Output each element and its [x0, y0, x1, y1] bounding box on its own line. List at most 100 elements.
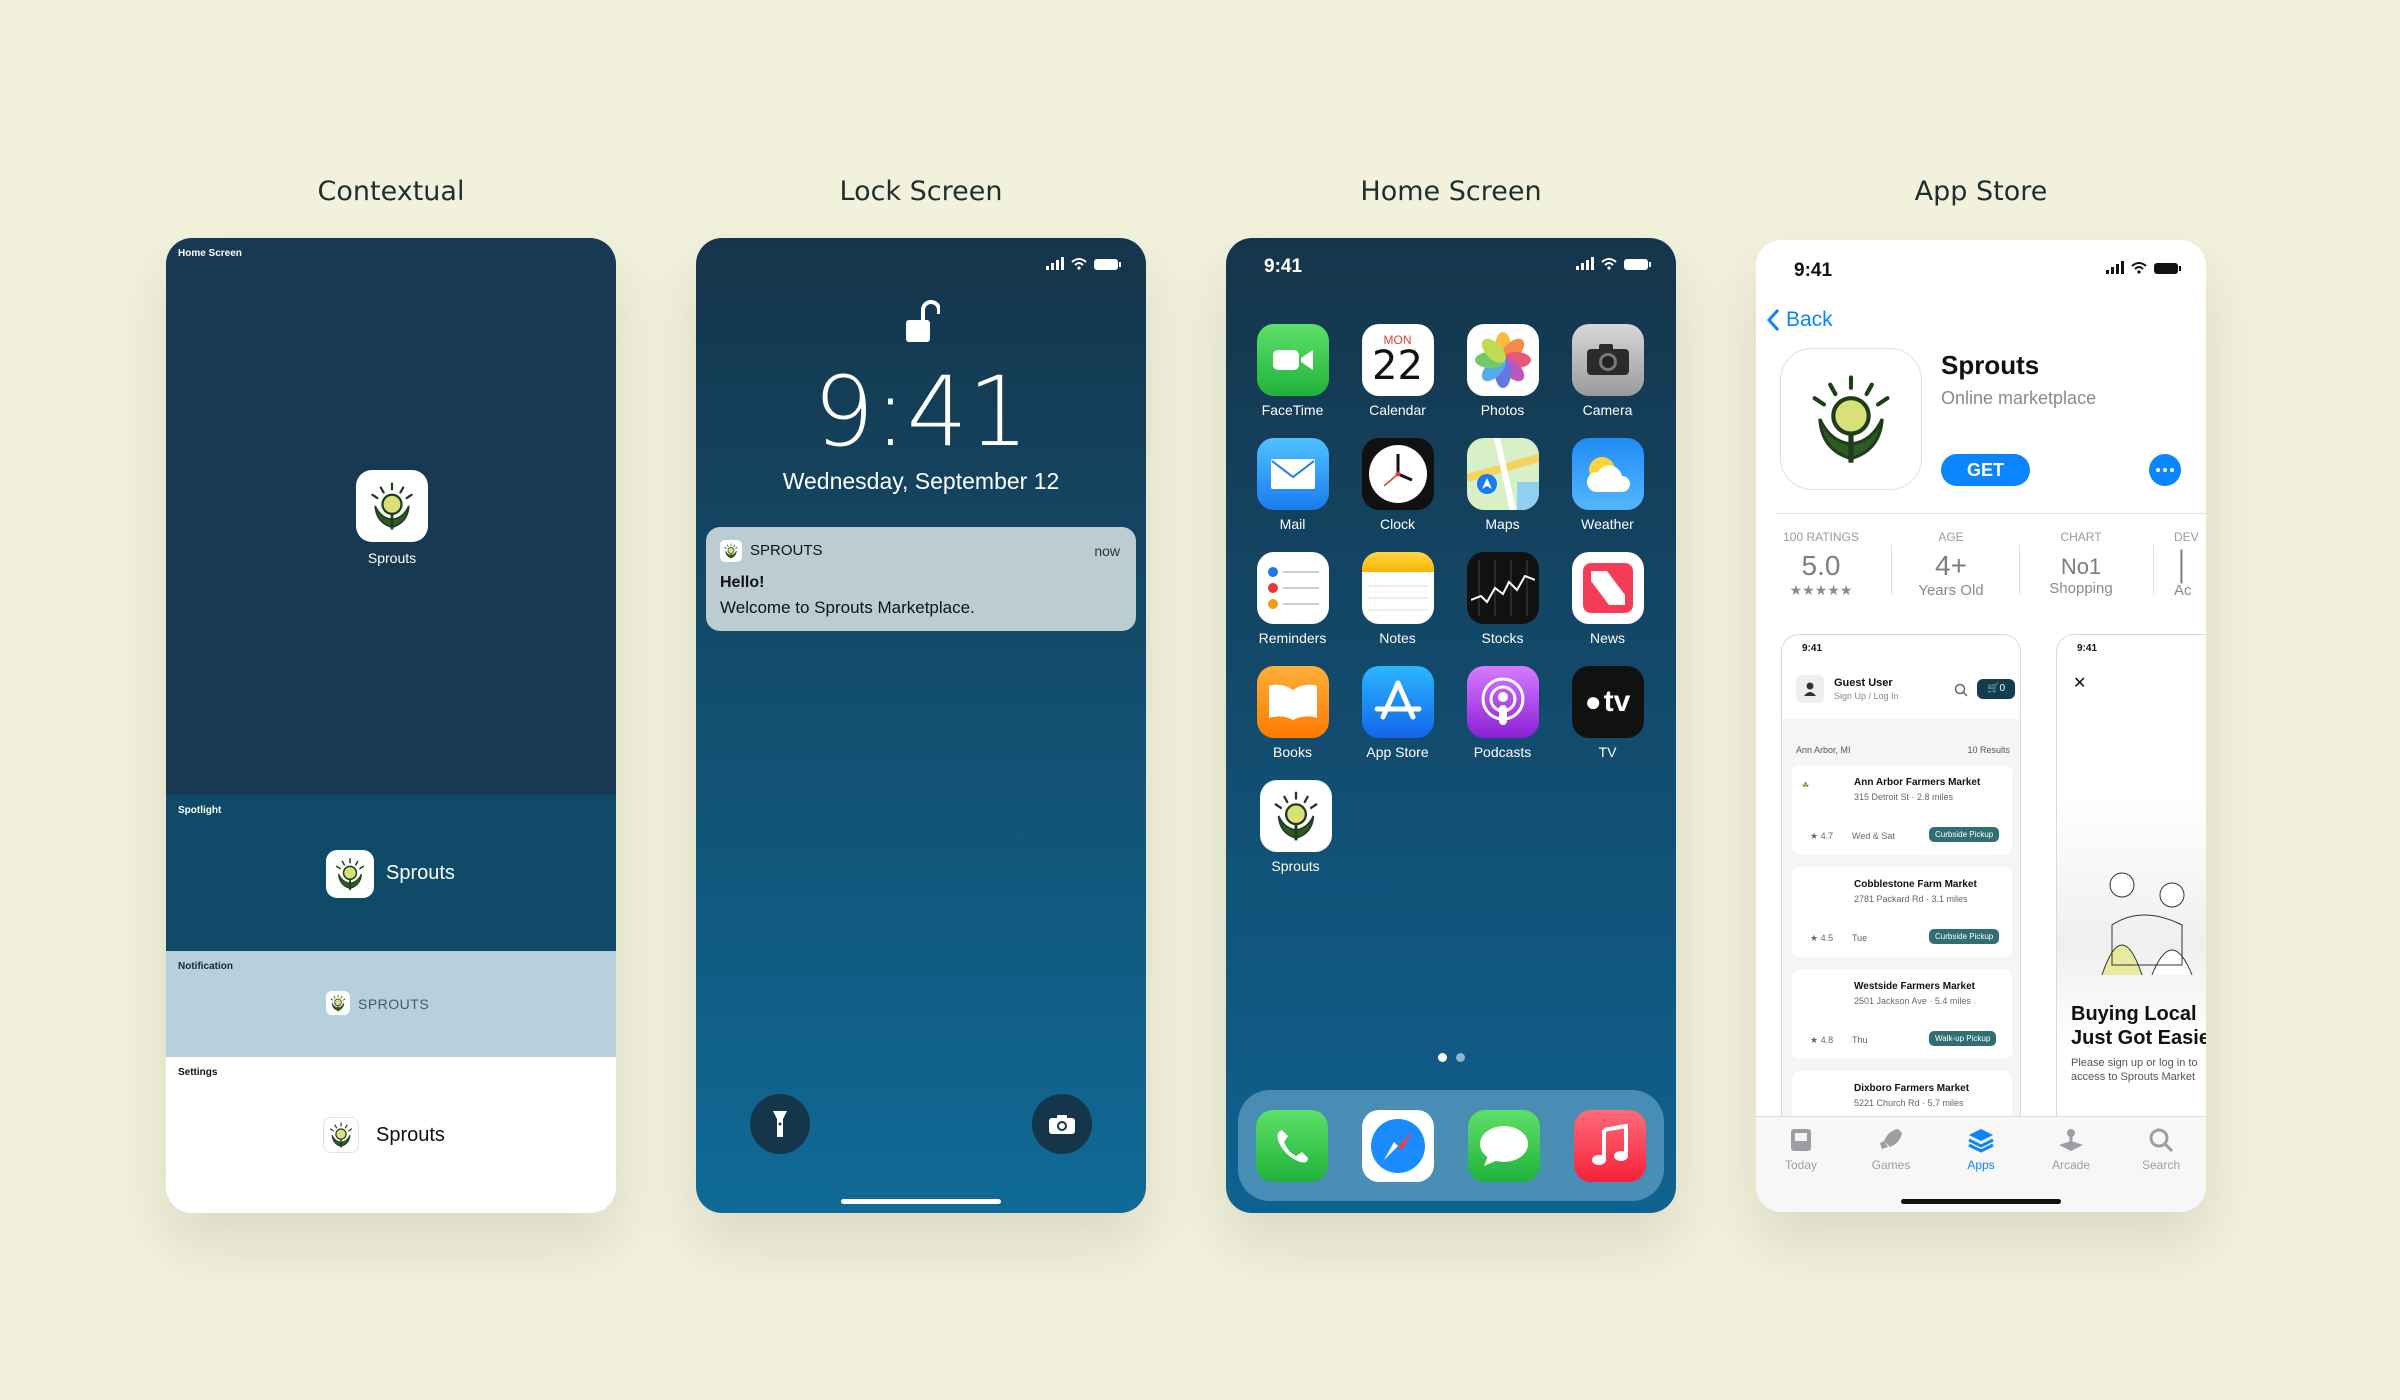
illustration	[2101, 872, 2193, 975]
rocket-icon	[1880, 1129, 1902, 1149]
panel-title-home-screen: Home Screen	[1360, 176, 1542, 207]
unlock-icon	[906, 300, 940, 342]
dock	[1238, 1090, 1664, 1201]
home-screen-section: Home Screen Sprouts	[166, 238, 616, 795]
screenshot-2[interactable]: 9:41 ✕ Buying Local Just Got Easie Pleas…	[2056, 634, 2206, 1154]
stocks-icon	[1466, 552, 1539, 624]
get-button[interactable]: GET	[1941, 454, 2030, 486]
app-name: Sprouts	[1941, 350, 2040, 380]
more-button[interactable]	[2149, 454, 2181, 486]
safari-icon[interactable]	[1362, 1110, 1434, 1182]
photos-icon	[1466, 324, 1539, 396]
panel-title-app-store: App Store	[1914, 176, 2048, 207]
app-books[interactable]: Books	[1240, 666, 1345, 760]
spotlight-section: Spotlight Sprouts	[166, 795, 616, 951]
search-icon	[2149, 1128, 2174, 1153]
search-icon	[1954, 683, 1968, 697]
arcade-icon	[2059, 1129, 2083, 1151]
clock-icon	[1361, 438, 1434, 510]
notes-icon	[1361, 552, 1434, 624]
home-indicator[interactable]	[841, 1199, 1001, 1204]
app-notes[interactable]: Notes	[1345, 552, 1450, 646]
page-dot-active[interactable]	[1438, 1053, 1447, 1062]
app-reminders[interactable]: Reminders	[1240, 552, 1345, 646]
notification-body: Welcome to Sprouts Marketplace.	[720, 598, 975, 617]
close-icon: ✕	[2073, 675, 2087, 692]
lock-notification[interactable]: SPROUTS now Hello! Welcome to Sprouts Ma…	[706, 527, 1136, 631]
settings-section: Settings Sprouts	[166, 1057, 616, 1213]
sprouts-app-icon[interactable]	[326, 850, 374, 898]
app-icon	[1780, 348, 1922, 490]
user-icon	[1796, 675, 1824, 703]
home-screen-label: Home Screen	[178, 248, 242, 259]
flashlight-button[interactable]	[750, 1094, 810, 1154]
app-tv[interactable]: ● tv TV	[1555, 666, 1660, 760]
sprouts-app-icon[interactable]	[356, 470, 428, 542]
sprouts-app-icon	[1259, 780, 1332, 852]
sprouts-logo-icon	[328, 993, 348, 1013]
app-app-store[interactable]: App Store	[1345, 666, 1450, 760]
today-icon	[1791, 1129, 1811, 1151]
app-label: Sprouts	[367, 550, 417, 566]
sprouts-logo-icon	[1799, 367, 1903, 471]
calendar-icon: MON 22	[1361, 324, 1434, 396]
app-photos[interactable]: Photos	[1450, 324, 1555, 418]
stat-developer: DEV │ Ac	[2174, 530, 2199, 599]
tab-today[interactable]: Today	[1766, 1127, 1836, 1172]
lock-date: Wednesday, September 12	[782, 468, 1060, 494]
page-dot[interactable]	[1456, 1053, 1465, 1062]
app-sprouts[interactable]: Sprouts	[1243, 780, 1348, 874]
app-clock[interactable]: Clock	[1345, 438, 1450, 532]
screenshot-1[interactable]: 9:41 Guest User Sign Up / Log In 🛒0 Ann …	[1781, 634, 2021, 1154]
apps-layers-icon	[1968, 1129, 1994, 1153]
flashlight-icon	[773, 1111, 787, 1137]
app-news[interactable]: News	[1555, 552, 1660, 646]
app-mail[interactable]: Mail	[1240, 438, 1345, 532]
books-icon	[1256, 666, 1329, 738]
panel-title-contextual: Contextual	[317, 176, 465, 207]
app-weather[interactable]: Weather	[1555, 438, 1660, 532]
notification-title: Hello!	[720, 574, 765, 591]
messages-icon[interactable]	[1468, 1110, 1540, 1182]
app-store-panel: 9:41 Back Sprouts Online marketplace GET…	[1756, 240, 2206, 1212]
stat-chart: CHART No1 Shopping	[2049, 530, 2113, 597]
status-icons	[1576, 257, 1651, 270]
facetime-icon	[1256, 324, 1329, 396]
tab-bar: Today Games Apps Arcade Search	[1756, 1116, 2206, 1212]
status-time: 9:41	[1794, 260, 1833, 281]
tab-games[interactable]: Games	[1856, 1127, 1926, 1172]
camera-button[interactable]	[1032, 1094, 1092, 1154]
maps-icon	[1466, 438, 1539, 510]
status-time: 9:41	[1264, 256, 1303, 277]
mail-icon	[1256, 438, 1329, 510]
notification-time: now	[1094, 543, 1120, 559]
app-calendar[interactable]: MON 22 Calendar	[1345, 324, 1450, 418]
app-stocks[interactable]: Stocks	[1450, 552, 1555, 646]
sprouts-logo-icon	[1267, 787, 1325, 845]
weather-icon	[1571, 438, 1644, 510]
stat-age: AGE 4+ Years Old	[1918, 530, 1984, 599]
app-camera[interactable]: Camera	[1555, 324, 1660, 418]
notification-app-name: SPROUTS	[750, 542, 823, 559]
home-indicator[interactable]	[1901, 1199, 2061, 1204]
notification-label: Notification	[178, 961, 233, 972]
more-dots-icon	[2156, 468, 2160, 472]
reminders-icon	[1256, 552, 1329, 624]
app-podcasts[interactable]: Podcasts	[1450, 666, 1555, 760]
tab-arcade[interactable]: Arcade	[2036, 1127, 2106, 1172]
settings-label: Settings	[178, 1067, 218, 1078]
settings-app-name[interactable]: Sprouts	[376, 1124, 445, 1147]
tab-apps[interactable]: Apps	[1946, 1127, 2016, 1172]
chevron-left-icon	[1766, 308, 1780, 332]
sprouts-logo-icon	[326, 1120, 356, 1150]
app-facetime[interactable]: FaceTime	[1240, 324, 1345, 418]
sprouts-logo-icon	[331, 855, 369, 893]
music-icon[interactable]	[1574, 1110, 1646, 1182]
tab-search[interactable]: Search	[2126, 1127, 2196, 1172]
app-maps[interactable]: Maps	[1450, 438, 1555, 532]
phone-icon[interactable]	[1256, 1110, 1328, 1182]
spotlight-label: Spotlight	[178, 805, 222, 816]
news-icon	[1571, 552, 1644, 624]
cart-button: 🛒0	[1977, 679, 2015, 699]
back-button[interactable]: Back	[1766, 308, 1833, 332]
